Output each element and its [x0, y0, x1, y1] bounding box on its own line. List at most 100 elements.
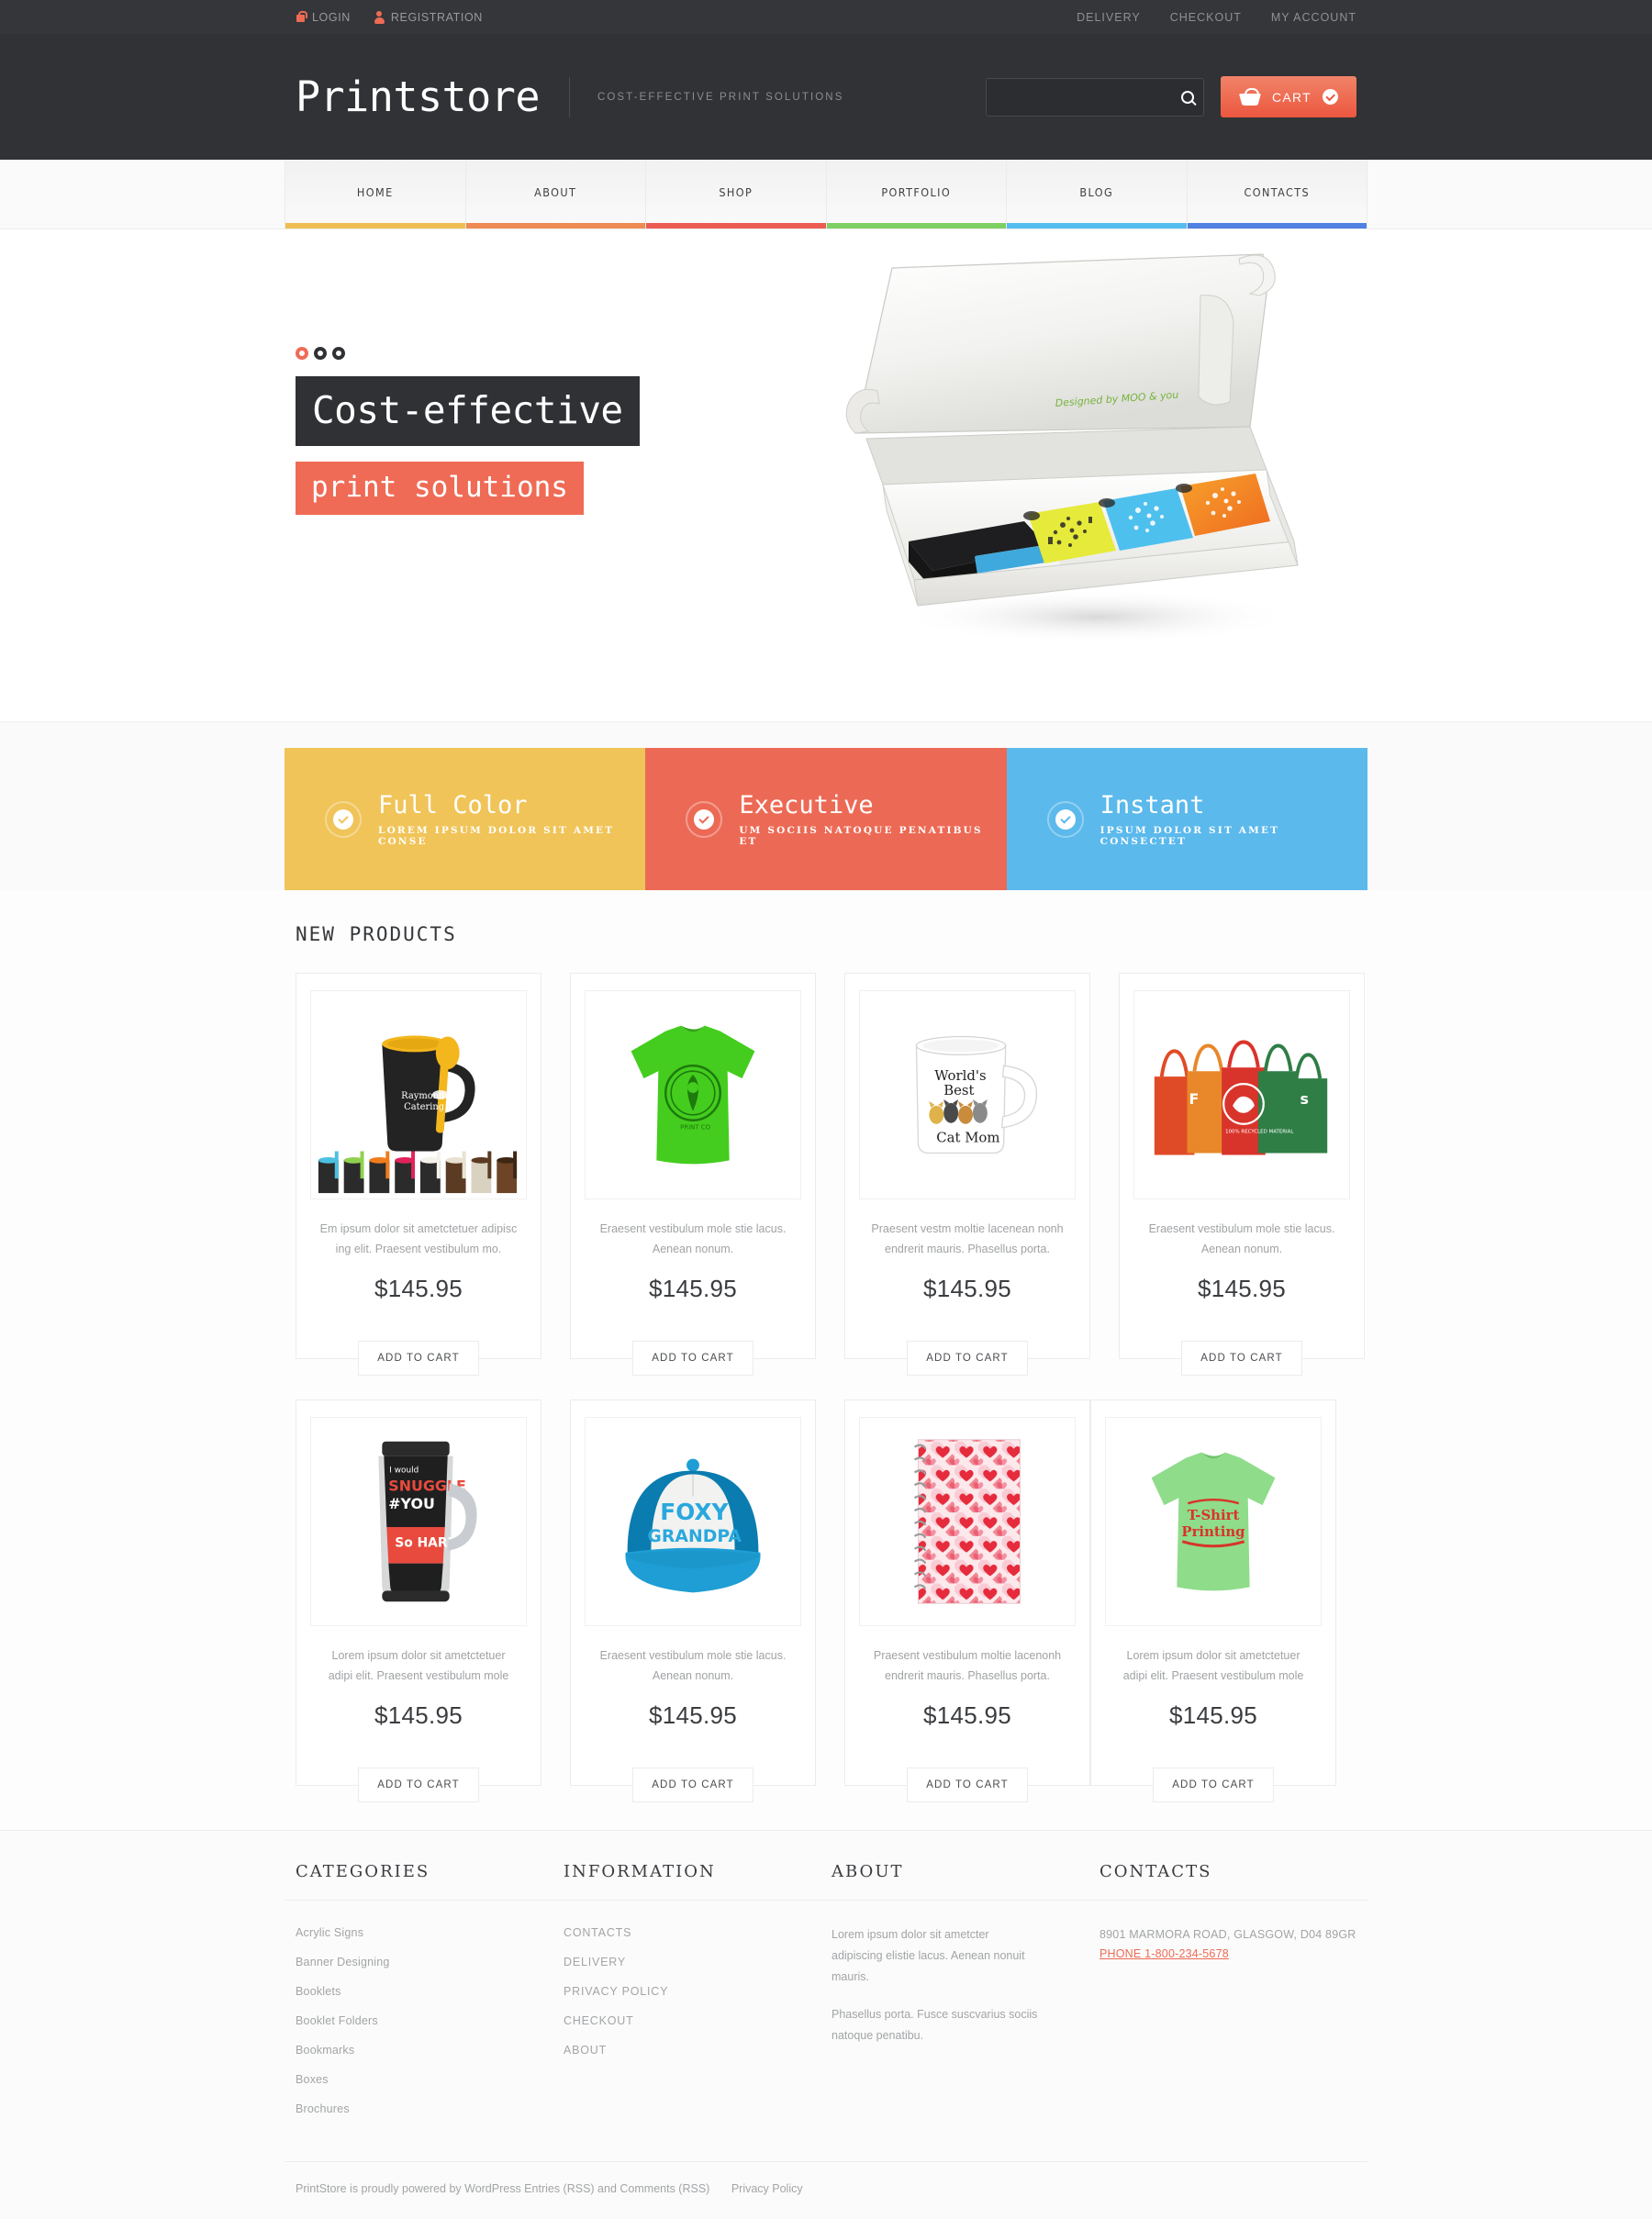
product-price: $145.95 — [648, 1700, 738, 1729]
product-card[interactable]: World's Best Cat Mom Praesent vestm molt — [844, 973, 1090, 1376]
list-item[interactable]: CONTACTS — [564, 1924, 832, 1941]
list-item[interactable]: PRIVACY POLICY — [564, 1983, 832, 2000]
privacy-policy-link[interactable]: Privacy Policy — [731, 2182, 803, 2195]
list-item[interactable]: Booklet Folders — [296, 2013, 564, 2029]
information-list: CONTACTS DELIVERY PRIVACY POLICY CHECKOU… — [564, 1924, 832, 2058]
information-link[interactable]: PRIVACY POLICY — [564, 1985, 668, 1998]
add-to-cart-button[interactable]: ADD TO CART — [358, 1767, 479, 1802]
slider-dot-1[interactable] — [296, 347, 308, 360]
category-link[interactable]: Booklets — [296, 1985, 341, 1998]
add-to-cart-button[interactable]: ADD TO CART — [907, 1767, 1028, 1802]
list-item[interactable]: CHECKOUT — [564, 2013, 832, 2029]
hero-product-box-image: Designed by MOO & you — [835, 239, 1331, 670]
search-input[interactable] — [987, 90, 1172, 104]
category-link[interactable]: Acrylic Signs — [296, 1926, 363, 1939]
product-price: $145.95 — [1197, 1274, 1287, 1302]
add-to-cart-button[interactable]: ADD TO CART — [632, 1340, 753, 1376]
add-to-cart-button[interactable]: ADD TO CART — [907, 1340, 1028, 1376]
footer-heading-contacts: CONTACTS — [1099, 1861, 1212, 1881]
product-card[interactable]: I would SNUGGLE #YOU So HARD Lorem ipsum… — [296, 1399, 541, 1802]
nav-item-blog[interactable]: BLOG — [1007, 160, 1188, 229]
product-price: $145.95 — [374, 1274, 463, 1302]
information-link[interactable]: CONTACTS — [564, 1926, 631, 1939]
information-link[interactable]: ABOUT — [564, 2044, 607, 2057]
product-price: $145.95 — [374, 1700, 463, 1729]
add-to-cart-button[interactable]: ADD TO CART — [1153, 1767, 1274, 1802]
list-item[interactable]: ABOUT — [564, 2042, 832, 2058]
slider-dot-3[interactable] — [332, 347, 345, 360]
svg-text:GRANDPA: GRANDPA — [647, 1527, 742, 1546]
promo-banner-instant[interactable]: Instant IPSUM DOLOR SIT AMET CONSECTET — [1006, 748, 1367, 890]
product-card[interactable]: PRINT CO Eraesent vestibulum mole stie l… — [570, 973, 816, 1376]
delivery-link[interactable]: DELIVERY — [1077, 11, 1141, 24]
list-item[interactable]: Boxes — [296, 2071, 564, 2088]
list-item[interactable]: DELIVERY — [564, 1954, 832, 1970]
product-card[interactable]: Raymond Catering Em ipsum dolor sit amet… — [296, 973, 541, 1376]
category-link[interactable]: Brochures — [296, 2102, 350, 2115]
nav-item-portfolio[interactable]: PORTFOLIO — [826, 160, 1007, 229]
top-utility-bar: LOGIN REGISTRATION DELIVERY CHECKOUT MY … — [0, 0, 1652, 34]
category-link[interactable]: Bookmarks — [296, 2044, 354, 2057]
nav-label: HOME — [356, 185, 394, 199]
svg-text:Cat Mom: Cat Mom — [936, 1130, 999, 1146]
slider-pagination[interactable] — [296, 347, 345, 360]
my-account-link[interactable]: MY ACCOUNT — [1271, 11, 1356, 24]
site-tagline: COST-EFFECTIVE PRINT SOLUTIONS — [597, 91, 844, 103]
add-to-cart-button[interactable]: ADD TO CART — [632, 1767, 753, 1802]
main-navigation: HOME ABOUT SHOP PORTFOLIO BLOG CONTACTS — [285, 160, 1367, 229]
nav-item-home[interactable]: HOME — [285, 160, 466, 229]
footer-col-contacts: 8901 MARMORA ROAD, GLASGOW, D04 89GR PHO… — [1099, 1924, 1367, 2130]
product-card[interactable]: T-Shirt Printing Lorem ipsum dolor sit a… — [1090, 1399, 1336, 1802]
about-paragraph-1: Lorem ipsum dolor sit ametcter adipiscin… — [832, 1927, 1025, 1983]
svg-text:#YOU: #YOU — [388, 1495, 435, 1512]
add-to-cart-button[interactable]: ADD TO CART — [1181, 1340, 1302, 1376]
nav-item-contacts[interactable]: CONTACTS — [1187, 160, 1367, 229]
product-card[interactable]: Praesent vestibulum moltie lacenonh endr… — [844, 1399, 1090, 1802]
category-link[interactable]: Banner Designing — [296, 1956, 390, 1968]
hero-slider: Cost-effective print solutions Designed … — [0, 229, 1652, 721]
promo-banner-executive[interactable]: Executive UM SOCIIS NATOQUE PENATIBUS ET — [645, 748, 1007, 890]
check-circle-icon — [686, 800, 723, 838]
nav-item-about[interactable]: ABOUT — [465, 160, 646, 229]
product-card[interactable]: FOXY GRANDPA Eraesent vestibulum mole st… — [570, 1399, 816, 1802]
list-item[interactable]: Brochures — [296, 2101, 564, 2117]
search-box[interactable] — [986, 77, 1204, 117]
cart-button[interactable]: CART — [1221, 76, 1356, 117]
category-link[interactable]: Boxes — [296, 2073, 329, 2086]
product-description: Em ipsum dolor sit ametctetuer adipisc i… — [319, 1222, 518, 1255]
slider-dot-2[interactable] — [314, 347, 327, 360]
lock-icon — [296, 11, 307, 23]
information-link[interactable]: CHECKOUT — [564, 2014, 634, 2027]
list-item[interactable]: Banner Designing — [296, 1954, 564, 1970]
list-item[interactable]: Acrylic Signs — [296, 1924, 564, 1941]
checkout-link[interactable]: CHECKOUT — [1170, 11, 1242, 24]
user-icon — [374, 11, 385, 24]
footer-heading-information: INFORMATION — [564, 1861, 716, 1881]
promo-banner-full-color[interactable]: Full Color LOREM IPSUM DOLOR SIT AMET CO… — [285, 748, 646, 890]
contact-phone[interactable]: PHONE 1-800-234-5678 — [1099, 1947, 1229, 1960]
search-button[interactable] — [1172, 79, 1203, 116]
product-card[interactable]: 100% RECYCLED MATERIAL F s Eraesent vest… — [1119, 973, 1365, 1376]
product-image-heart-notebook — [859, 1416, 1076, 1626]
section-title-new-products: NEW PRODUCTS — [296, 923, 457, 945]
registration-link[interactable]: REGISTRATION — [374, 11, 483, 24]
product-description: Eraesent vestibulum mole stie lacus. Aen… — [1148, 1222, 1335, 1255]
nav-item-shop[interactable]: SHOP — [646, 160, 827, 229]
check-circle-icon — [325, 800, 362, 838]
nav-label: BLOG — [1079, 185, 1114, 199]
list-item[interactable]: Bookmarks — [296, 2042, 564, 2058]
footer-col-about: Lorem ipsum dolor sit ametcter adipiscin… — [832, 1924, 1099, 2130]
information-link[interactable]: DELIVERY — [564, 1956, 626, 1968]
footer-col-categories: Acrylic Signs Banner Designing Booklets … — [296, 1924, 564, 2130]
site-logo[interactable]: Printstore — [296, 76, 540, 117]
add-to-cart-button[interactable]: ADD TO CART — [358, 1340, 479, 1376]
product-image-cat-mom-mug: World's Best Cat Mom — [859, 990, 1076, 1199]
login-link[interactable]: LOGIN — [296, 11, 351, 24]
category-link[interactable]: Booklet Folders — [296, 2014, 378, 2027]
nav-label: SHOP — [719, 185, 753, 199]
search-icon — [1181, 90, 1194, 104]
promo-subtitle: LOREM IPSUM DOLOR SIT AMET CONSE — [378, 824, 615, 847]
categories-list: Acrylic Signs Banner Designing Booklets … — [296, 1924, 564, 2117]
list-item[interactable]: Booklets — [296, 1983, 564, 2000]
new-products-section: NEW PRODUCTS Raymond Catering Em ipsum d… — [0, 890, 1652, 1830]
